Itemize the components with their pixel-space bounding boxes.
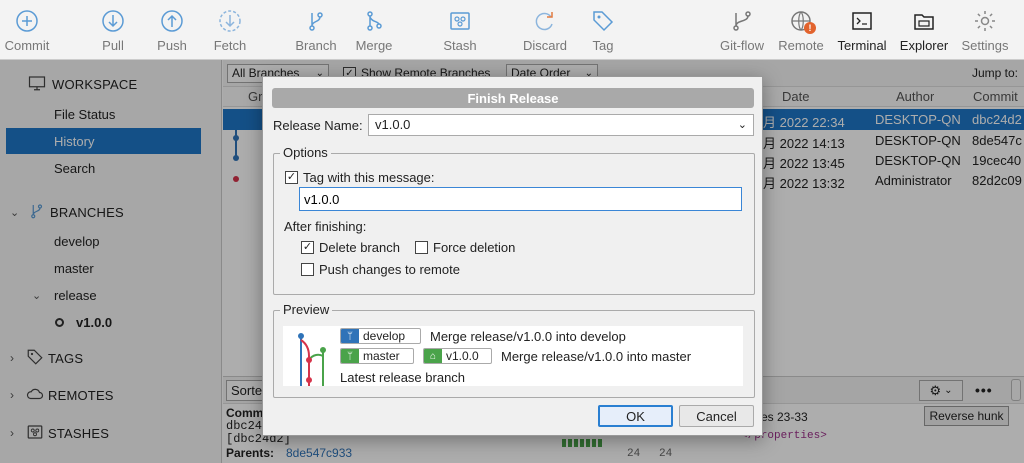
pull-button[interactable]: Pull xyxy=(94,0,132,60)
commit-button[interactable]: Commit xyxy=(0,0,54,60)
tag-button[interactable]: Tag xyxy=(589,0,617,60)
dialog-title: Finish Release xyxy=(272,88,754,108)
options-legend: Options xyxy=(280,145,331,160)
delete-branch-checkbox[interactable]: ✓ xyxy=(301,241,314,254)
pull-label: Pull xyxy=(102,38,124,53)
branch-button[interactable]: Branch xyxy=(293,0,339,60)
latest-release-text: Latest release branch xyxy=(340,370,466,385)
explorer-label: Explorer xyxy=(899,38,949,53)
version-tag-label: v1.0.0 xyxy=(446,349,479,363)
toolbar: Commit Pull Push Fetch Branch Merge Stas… xyxy=(0,0,1024,60)
commit-label: Commit xyxy=(4,38,50,53)
merge-button[interactable]: Merge xyxy=(353,0,395,60)
tag-icon xyxy=(590,8,616,34)
fetch-button[interactable]: Fetch xyxy=(210,0,250,60)
tag-label: Tag xyxy=(592,38,614,53)
graph-node xyxy=(306,357,312,363)
merge-icon xyxy=(361,8,387,34)
stash-button[interactable]: Stash xyxy=(441,0,479,60)
merge-master-text: Merge release/v1.0.0 into master xyxy=(501,349,692,364)
preview-graph xyxy=(298,333,326,386)
chevron-down-icon: ⌄ xyxy=(737,119,747,131)
terminal-icon xyxy=(849,8,875,34)
branch-label: Branch xyxy=(295,38,337,53)
settings-label: Settings xyxy=(961,38,1009,53)
push-changes-checkbox[interactable] xyxy=(301,263,314,276)
graph-node xyxy=(298,333,304,339)
branch-icon xyxy=(303,8,329,34)
tag-message-input[interactable] xyxy=(299,187,742,211)
warning-badge-icon: ! xyxy=(804,22,816,34)
master-tag-label: master xyxy=(363,349,400,363)
cancel-button[interactable]: Cancel xyxy=(679,405,754,427)
push-label: Push xyxy=(157,38,187,53)
git-flow-label: Git-flow xyxy=(719,38,765,53)
remote-label: Remote xyxy=(778,38,824,53)
force-deletion-label: Force deletion xyxy=(433,240,516,255)
terminal-label: Terminal xyxy=(837,38,887,53)
branch-icon: ᛘ xyxy=(341,329,359,343)
master-branch-tag: ᛘ master xyxy=(340,348,414,364)
fetch-circle-icon xyxy=(217,8,243,34)
branch-icon: ᛘ xyxy=(341,349,359,363)
graph-node xyxy=(306,377,312,383)
plus-circle-icon xyxy=(14,8,40,34)
preview-panel: ᛘ develop Merge release/v1.0.0 into deve… xyxy=(283,326,743,386)
remote-button[interactable]: ! Remote xyxy=(776,0,826,60)
develop-branch-tag: ᛘ develop xyxy=(340,328,421,344)
release-name-label: Release Name: xyxy=(273,118,363,133)
graph-node xyxy=(320,347,326,353)
version-tag: ⌂ v1.0.0 xyxy=(423,348,492,364)
folder-icon xyxy=(911,8,937,34)
develop-tag-label: develop xyxy=(363,329,406,343)
push-changes-label: Push changes to remote xyxy=(319,262,460,277)
explorer-button[interactable]: Explorer xyxy=(897,0,951,60)
stash-icon xyxy=(447,8,473,34)
ok-button[interactable]: OK xyxy=(598,405,673,427)
tag-icon: ⌂ xyxy=(424,349,442,363)
delete-branch-label: Delete branch xyxy=(319,240,400,255)
discard-label: Discard xyxy=(522,38,568,53)
arrow-up-circle-icon xyxy=(159,8,185,34)
force-deletion-checkbox[interactable] xyxy=(415,241,428,254)
release-name-value: v1.0.0 xyxy=(375,117,411,132)
finish-release-dialog: Finish Release Release Name: v1.0.0 ⌄ Op… xyxy=(262,76,763,436)
git-flow-button[interactable]: Git-flow xyxy=(716,0,768,60)
discard-icon xyxy=(532,8,558,34)
arrow-down-circle-icon xyxy=(100,8,126,34)
globe-icon: ! xyxy=(788,8,816,34)
tag-with-message-label: Tag with this message: xyxy=(303,170,435,185)
preview-legend: Preview xyxy=(280,302,333,317)
after-finishing-label: After finishing: xyxy=(284,219,367,234)
gear-icon xyxy=(972,8,998,34)
fetch-label: Fetch xyxy=(213,38,247,53)
terminal-button[interactable]: Terminal xyxy=(835,0,889,60)
stash-label: Stash xyxy=(443,38,477,53)
discard-button[interactable]: Discard xyxy=(520,0,570,60)
release-name-select[interactable]: v1.0.0 ⌄ xyxy=(368,114,754,136)
git-flow-icon xyxy=(729,8,755,34)
settings-button[interactable]: Settings xyxy=(958,0,1012,60)
merge-develop-text: Merge release/v1.0.0 into develop xyxy=(430,329,626,344)
merge-label: Merge xyxy=(355,38,393,53)
push-button[interactable]: Push xyxy=(152,0,192,60)
tag-with-message-checkbox[interactable]: ✓ xyxy=(285,171,298,184)
